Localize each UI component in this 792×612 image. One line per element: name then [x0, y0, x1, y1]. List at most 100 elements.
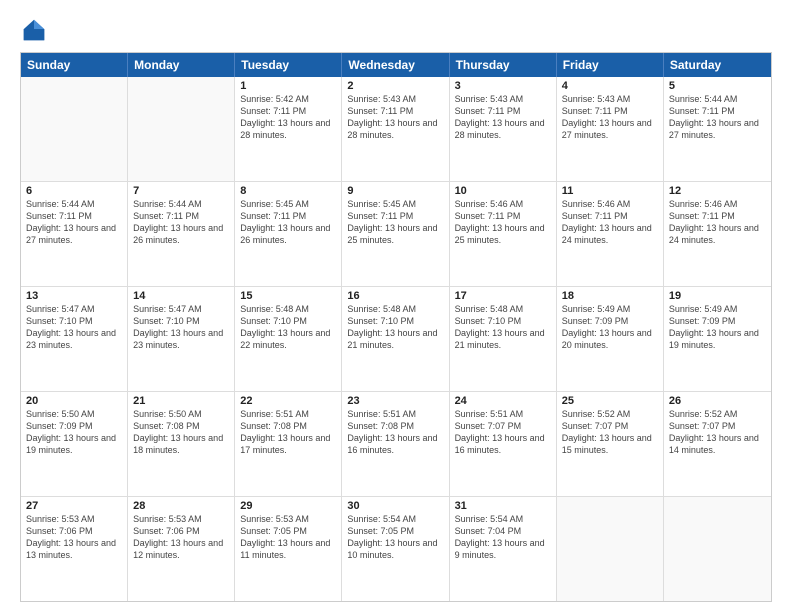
cell-info: Sunrise: 5:46 AM Sunset: 7:11 PM Dayligh… — [455, 198, 551, 247]
cell-info: Sunrise: 5:49 AM Sunset: 7:09 PM Dayligh… — [669, 303, 766, 352]
cell-info: Sunrise: 5:51 AM Sunset: 7:08 PM Dayligh… — [347, 408, 443, 457]
empty-cell — [557, 497, 664, 601]
cell-info: Sunrise: 5:51 AM Sunset: 7:07 PM Dayligh… — [455, 408, 551, 457]
calendar-body: 1Sunrise: 5:42 AM Sunset: 7:11 PM Daylig… — [21, 77, 771, 601]
cell-info: Sunrise: 5:50 AM Sunset: 7:08 PM Dayligh… — [133, 408, 229, 457]
calendar-row: 20Sunrise: 5:50 AM Sunset: 7:09 PM Dayli… — [21, 391, 771, 496]
calendar-cell: 23Sunrise: 5:51 AM Sunset: 7:08 PM Dayli… — [342, 392, 449, 496]
day-number: 12 — [669, 185, 766, 197]
cell-info: Sunrise: 5:42 AM Sunset: 7:11 PM Dayligh… — [240, 93, 336, 142]
day-number: 9 — [347, 185, 443, 197]
calendar-header: SundayMondayTuesdayWednesdayThursdayFrid… — [21, 53, 771, 77]
day-number: 31 — [455, 500, 551, 512]
day-number: 11 — [562, 185, 658, 197]
cell-info: Sunrise: 5:48 AM Sunset: 7:10 PM Dayligh… — [240, 303, 336, 352]
calendar-cell: 1Sunrise: 5:42 AM Sunset: 7:11 PM Daylig… — [235, 77, 342, 181]
cell-info: Sunrise: 5:53 AM Sunset: 7:06 PM Dayligh… — [26, 513, 122, 562]
calendar-cell: 6Sunrise: 5:44 AM Sunset: 7:11 PM Daylig… — [21, 182, 128, 286]
calendar-cell: 12Sunrise: 5:46 AM Sunset: 7:11 PM Dayli… — [664, 182, 771, 286]
calendar-cell: 15Sunrise: 5:48 AM Sunset: 7:10 PM Dayli… — [235, 287, 342, 391]
cell-info: Sunrise: 5:48 AM Sunset: 7:10 PM Dayligh… — [455, 303, 551, 352]
calendar-cell: 25Sunrise: 5:52 AM Sunset: 7:07 PM Dayli… — [557, 392, 664, 496]
calendar-cell: 13Sunrise: 5:47 AM Sunset: 7:10 PM Dayli… — [21, 287, 128, 391]
day-number: 5 — [669, 80, 766, 92]
cell-info: Sunrise: 5:43 AM Sunset: 7:11 PM Dayligh… — [562, 93, 658, 142]
day-number: 8 — [240, 185, 336, 197]
cell-info: Sunrise: 5:53 AM Sunset: 7:06 PM Dayligh… — [133, 513, 229, 562]
calendar-cell: 29Sunrise: 5:53 AM Sunset: 7:05 PM Dayli… — [235, 497, 342, 601]
day-number: 10 — [455, 185, 551, 197]
day-number: 4 — [562, 80, 658, 92]
calendar-cell: 18Sunrise: 5:49 AM Sunset: 7:09 PM Dayli… — [557, 287, 664, 391]
calendar: SundayMondayTuesdayWednesdayThursdayFrid… — [20, 52, 772, 602]
calendar-cell: 19Sunrise: 5:49 AM Sunset: 7:09 PM Dayli… — [664, 287, 771, 391]
calendar-cell: 30Sunrise: 5:54 AM Sunset: 7:05 PM Dayli… — [342, 497, 449, 601]
cell-info: Sunrise: 5:48 AM Sunset: 7:10 PM Dayligh… — [347, 303, 443, 352]
calendar-cell: 7Sunrise: 5:44 AM Sunset: 7:11 PM Daylig… — [128, 182, 235, 286]
day-number: 17 — [455, 290, 551, 302]
empty-cell — [128, 77, 235, 181]
day-number: 2 — [347, 80, 443, 92]
day-number: 19 — [669, 290, 766, 302]
page: SundayMondayTuesdayWednesdayThursdayFrid… — [0, 0, 792, 612]
day-number: 29 — [240, 500, 336, 512]
calendar-cell: 21Sunrise: 5:50 AM Sunset: 7:08 PM Dayli… — [128, 392, 235, 496]
cell-info: Sunrise: 5:47 AM Sunset: 7:10 PM Dayligh… — [133, 303, 229, 352]
calendar-row: 27Sunrise: 5:53 AM Sunset: 7:06 PM Dayli… — [21, 496, 771, 601]
calendar-cell: 5Sunrise: 5:44 AM Sunset: 7:11 PM Daylig… — [664, 77, 771, 181]
cell-info: Sunrise: 5:46 AM Sunset: 7:11 PM Dayligh… — [562, 198, 658, 247]
calendar-cell: 24Sunrise: 5:51 AM Sunset: 7:07 PM Dayli… — [450, 392, 557, 496]
day-number: 16 — [347, 290, 443, 302]
calendar-cell: 3Sunrise: 5:43 AM Sunset: 7:11 PM Daylig… — [450, 77, 557, 181]
logo — [20, 16, 52, 44]
cell-info: Sunrise: 5:43 AM Sunset: 7:11 PM Dayligh… — [455, 93, 551, 142]
day-number: 1 — [240, 80, 336, 92]
day-number: 14 — [133, 290, 229, 302]
cell-info: Sunrise: 5:50 AM Sunset: 7:09 PM Dayligh… — [26, 408, 122, 457]
weekday-header: Tuesday — [235, 53, 342, 77]
logo-icon — [20, 16, 48, 44]
cell-info: Sunrise: 5:46 AM Sunset: 7:11 PM Dayligh… — [669, 198, 766, 247]
calendar-cell: 22Sunrise: 5:51 AM Sunset: 7:08 PM Dayli… — [235, 392, 342, 496]
calendar-cell: 10Sunrise: 5:46 AM Sunset: 7:11 PM Dayli… — [450, 182, 557, 286]
calendar-cell: 16Sunrise: 5:48 AM Sunset: 7:10 PM Dayli… — [342, 287, 449, 391]
day-number: 20 — [26, 395, 122, 407]
empty-cell — [21, 77, 128, 181]
day-number: 24 — [455, 395, 551, 407]
cell-info: Sunrise: 5:52 AM Sunset: 7:07 PM Dayligh… — [562, 408, 658, 457]
cell-info: Sunrise: 5:54 AM Sunset: 7:05 PM Dayligh… — [347, 513, 443, 562]
calendar-cell: 27Sunrise: 5:53 AM Sunset: 7:06 PM Dayli… — [21, 497, 128, 601]
empty-cell — [664, 497, 771, 601]
weekday-header: Friday — [557, 53, 664, 77]
cell-info: Sunrise: 5:45 AM Sunset: 7:11 PM Dayligh… — [240, 198, 336, 247]
day-number: 30 — [347, 500, 443, 512]
weekday-header: Sunday — [21, 53, 128, 77]
day-number: 27 — [26, 500, 122, 512]
cell-info: Sunrise: 5:43 AM Sunset: 7:11 PM Dayligh… — [347, 93, 443, 142]
weekday-header: Saturday — [664, 53, 771, 77]
calendar-cell: 20Sunrise: 5:50 AM Sunset: 7:09 PM Dayli… — [21, 392, 128, 496]
cell-info: Sunrise: 5:44 AM Sunset: 7:11 PM Dayligh… — [133, 198, 229, 247]
cell-info: Sunrise: 5:49 AM Sunset: 7:09 PM Dayligh… — [562, 303, 658, 352]
day-number: 22 — [240, 395, 336, 407]
cell-info: Sunrise: 5:53 AM Sunset: 7:05 PM Dayligh… — [240, 513, 336, 562]
cell-info: Sunrise: 5:44 AM Sunset: 7:11 PM Dayligh… — [26, 198, 122, 247]
cell-info: Sunrise: 5:52 AM Sunset: 7:07 PM Dayligh… — [669, 408, 766, 457]
cell-info: Sunrise: 5:47 AM Sunset: 7:10 PM Dayligh… — [26, 303, 122, 352]
cell-info: Sunrise: 5:45 AM Sunset: 7:11 PM Dayligh… — [347, 198, 443, 247]
calendar-cell: 14Sunrise: 5:47 AM Sunset: 7:10 PM Dayli… — [128, 287, 235, 391]
day-number: 26 — [669, 395, 766, 407]
day-number: 18 — [562, 290, 658, 302]
day-number: 28 — [133, 500, 229, 512]
day-number: 25 — [562, 395, 658, 407]
day-number: 6 — [26, 185, 122, 197]
day-number: 15 — [240, 290, 336, 302]
weekday-header: Monday — [128, 53, 235, 77]
calendar-cell: 31Sunrise: 5:54 AM Sunset: 7:04 PM Dayli… — [450, 497, 557, 601]
weekday-header: Thursday — [450, 53, 557, 77]
calendar-cell: 28Sunrise: 5:53 AM Sunset: 7:06 PM Dayli… — [128, 497, 235, 601]
calendar-row: 13Sunrise: 5:47 AM Sunset: 7:10 PM Dayli… — [21, 286, 771, 391]
header — [20, 16, 772, 44]
day-number: 3 — [455, 80, 551, 92]
cell-info: Sunrise: 5:54 AM Sunset: 7:04 PM Dayligh… — [455, 513, 551, 562]
